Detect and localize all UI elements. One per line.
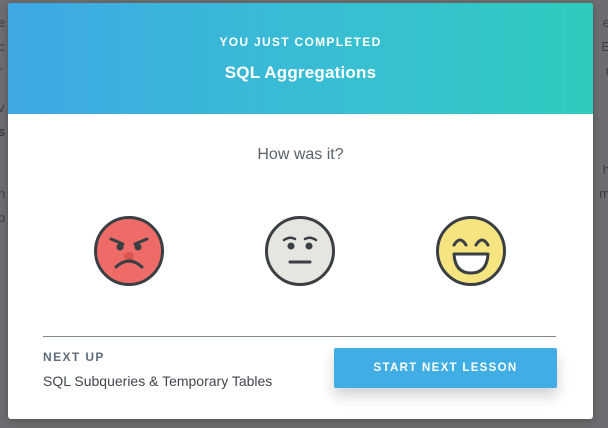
background-page-right: e E r h m [594, 0, 608, 428]
background-text: c [0, 39, 5, 54]
background-text: m [599, 186, 608, 201]
background-text: e [0, 15, 6, 30]
background-text: h [602, 162, 608, 177]
completed-lesson-title: SQL Aggregations [224, 63, 377, 82]
neutral-face-icon [265, 216, 335, 286]
background-text: r [0, 63, 3, 78]
happy-face-icon [436, 216, 506, 286]
background-text: s [0, 124, 6, 139]
background-text: i [0, 163, 1, 176]
modal-header: YOU JUST COMPLETED SQL Aggregations [8, 3, 593, 114]
footer-divider [43, 336, 556, 337]
completed-eyebrow: YOU JUST COMPLETED [219, 35, 382, 49]
start-next-lesson-button[interactable]: START NEXT LESSON [334, 348, 557, 388]
background-text: e [602, 15, 608, 30]
background-text: E [601, 39, 608, 54]
next-up-label: NEXT UP [43, 350, 105, 364]
background-text: v [0, 100, 5, 115]
rating-ok-button[interactable] [264, 215, 336, 287]
lesson-complete-modal: YOU JUST COMPLETED SQL Aggregations How … [8, 3, 593, 419]
rating-good-button[interactable] [435, 215, 507, 287]
rating-question: How was it? [257, 146, 344, 163]
background-text: h [0, 186, 6, 201]
angry-face-icon [94, 216, 164, 286]
next-lesson-title: SQL Subqueries & Temporary Tables [43, 373, 273, 389]
background-text: p [0, 210, 6, 225]
rating-bad-button[interactable] [93, 215, 165, 287]
